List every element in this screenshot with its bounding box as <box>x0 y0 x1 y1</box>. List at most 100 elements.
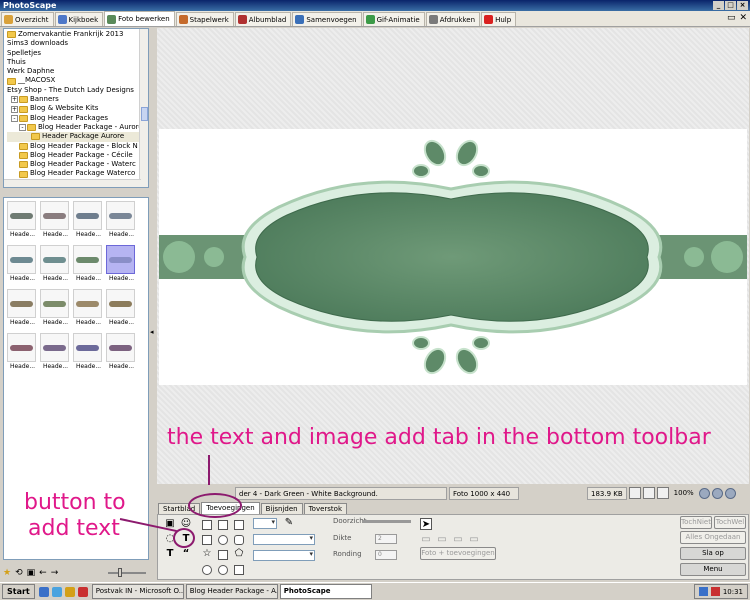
toch-niet-button[interactable]: TochNiet <box>680 516 712 529</box>
tree-item[interactable]: Blog Header Package Waterco <box>7 169 148 178</box>
select-arrow-icon[interactable]: ➤ <box>420 518 432 530</box>
close-icon[interactable]: ✕ <box>739 13 747 23</box>
thumbnail-item[interactable]: Heade... <box>40 289 71 329</box>
tree-item[interactable]: Spelletjes <box>7 49 148 58</box>
tree-item[interactable]: - Blog Header Package - Aurore <box>7 123 148 132</box>
folder-tree[interactable]: Zomervakantie Frankrijk 2013 Sims3 downlo… <box>3 28 149 188</box>
tree-item[interactable]: + Blog & Website Kits <box>7 104 148 113</box>
tree-item[interactable]: Werk Daphne <box>7 67 148 76</box>
tree-item[interactable]: + Banners <box>7 95 148 104</box>
quote-icon[interactable]: “ <box>180 548 192 560</box>
taskbar-task[interactable]: Blog Header Package - A... <box>185 584 278 599</box>
move-down-icon[interactable]: ▭ <box>436 534 448 546</box>
thumbnail-size-slider[interactable] <box>108 568 146 577</box>
tray-security-icon[interactable] <box>710 587 720 596</box>
menu-tab-7[interactable]: Afdrukken <box>425 12 481 26</box>
thumbnail-item[interactable]: Heade... <box>40 201 71 241</box>
taskbar-task[interactable]: PhotoScape <box>279 584 372 599</box>
eyedropper-icon[interactable]: ✎ <box>283 517 295 529</box>
tree-item[interactable]: Blog Header Package - Cécile <box>7 151 148 160</box>
star-shape-icon[interactable]: ☆ <box>201 548 213 560</box>
menu-tab-1[interactable]: Kijkboek <box>54 12 104 26</box>
menu-tab-6[interactable]: Gif-Animatie <box>362 12 425 26</box>
delete-icon[interactable]: ▭ <box>468 534 480 546</box>
thumbnail-item[interactable]: Heade... <box>73 333 104 373</box>
image-canvas[interactable] <box>157 28 749 484</box>
star-icon[interactable]: ★ <box>3 568 11 578</box>
back-icon[interactable]: ← <box>39 568 47 578</box>
thumbnail-item[interactable]: Heade... <box>7 245 38 285</box>
tree-item[interactable]: Etsy Shop - The Dutch Lady Designs <box>7 86 148 95</box>
menu-tab-8[interactable]: Hulp <box>481 12 517 26</box>
folder-icon[interactable] <box>64 586 75 597</box>
menu-tab-3[interactable]: Stapelwerk <box>175 12 234 26</box>
browser-icon[interactable] <box>51 586 62 597</box>
thumbnail-item[interactable]: Heade... <box>7 201 38 241</box>
thumbnail-item[interactable]: Heade... <box>40 333 71 373</box>
minimize-button[interactable]: _ <box>713 1 724 10</box>
thumbnail-item[interactable]: Heade... <box>73 245 104 285</box>
bottom-tab-2[interactable]: Bijsnjden <box>260 503 303 514</box>
undo-all-button[interactable]: Alles Ongedaan <box>680 531 746 544</box>
thumbnail-item[interactable]: Heade... <box>7 289 38 329</box>
box-shape-icon[interactable] <box>234 565 244 575</box>
thumbnail-item[interactable]: Heade... <box>106 333 137 373</box>
circle-shape-icon[interactable] <box>218 535 228 545</box>
zoom-in-icon[interactable] <box>698 487 710 499</box>
tree-item[interactable]: Header Package Aurore <box>7 132 148 142</box>
menu-tab-4[interactable]: Albumblad <box>234 12 292 26</box>
line-type-combo[interactable] <box>253 550 315 561</box>
tree-item[interactable]: __MACOSX <box>7 76 148 85</box>
close-button[interactable]: × <box>737 1 748 10</box>
restore-icon[interactable]: ▭ <box>727 13 736 23</box>
tree-expander-icon[interactable]: - <box>11 114 18 122</box>
thumbnail-item[interactable]: Heade... <box>7 333 38 373</box>
opacity-slider[interactable] <box>363 520 411 523</box>
zoom-reset-icon[interactable] <box>724 487 736 499</box>
pentagon-shape-icon[interactable] <box>234 535 244 545</box>
save-button[interactable]: Sla op <box>680 547 746 560</box>
forward-icon[interactable]: → <box>51 568 59 578</box>
thumbnail-item[interactable]: Heade... <box>73 201 104 241</box>
tree-item[interactable]: Thuis <box>7 58 148 67</box>
text-symbol-icon[interactable]: T <box>164 548 176 560</box>
tree-scrollbar[interactable] <box>139 29 148 187</box>
rounding-input[interactable]: 0 <box>375 550 397 560</box>
rect-shape-icon[interactable] <box>202 535 212 545</box>
square-shape-icon[interactable] <box>202 520 212 530</box>
fit-icon[interactable] <box>628 487 641 499</box>
line-style-combo[interactable] <box>253 534 315 545</box>
ellipse-shape-icon[interactable] <box>202 565 212 575</box>
duplicate-icon[interactable]: ▭ <box>452 534 464 546</box>
desktop-icon[interactable] <box>38 586 49 597</box>
bottom-tab-3[interactable]: Toverstok <box>303 503 348 514</box>
tree-expander-icon[interactable]: + <box>11 96 18 104</box>
oval-shape-icon[interactable] <box>218 565 228 575</box>
tree-horizontal-scrollbar[interactable] <box>4 179 141 187</box>
tree-item[interactable]: Blog Header Package - Waterc <box>7 160 148 169</box>
photo-add-button[interactable]: Foto + toevoegingen <box>420 547 496 560</box>
taskbar-task[interactable]: Postvak IN - Microsoft O... <box>91 584 184 599</box>
menu-tab-0[interactable]: Overzicht <box>1 12 54 26</box>
thumbnail-item[interactable]: Heade... <box>73 289 104 329</box>
color-combo[interactable] <box>253 518 277 529</box>
rectangle-shape-icon[interactable] <box>234 520 244 530</box>
app-icon[interactable] <box>77 586 88 597</box>
thickness-input[interactable]: 2 <box>375 534 397 544</box>
panel-splitter[interactable]: ◂ <box>150 28 156 580</box>
tree-item[interactable]: Blog Header Package - Block N <box>7 142 148 151</box>
line-shape-icon[interactable] <box>218 520 228 530</box>
menu-button[interactable]: Menu <box>680 563 746 576</box>
move-up-icon[interactable]: ▭ <box>420 534 432 546</box>
tray-network-icon[interactable] <box>698 587 708 596</box>
tree-item[interactable]: Sims3 downloads <box>7 39 148 48</box>
tree-item[interactable]: Zomervakantie Frankrijk 2013 <box>7 30 148 39</box>
actual-size-icon[interactable] <box>642 487 655 499</box>
rounded-rect-shape-icon[interactable] <box>218 550 228 560</box>
folder-icon[interactable]: ▣ <box>27 568 36 578</box>
thumbnail-item[interactable]: Heade... <box>106 289 137 329</box>
tree-expander-icon[interactable]: - <box>19 124 26 132</box>
tree-expander-icon[interactable]: + <box>11 105 18 113</box>
rotate-icon[interactable]: ⟲ <box>15 568 23 578</box>
menu-tab-5[interactable]: Samenvoegen <box>292 12 362 26</box>
